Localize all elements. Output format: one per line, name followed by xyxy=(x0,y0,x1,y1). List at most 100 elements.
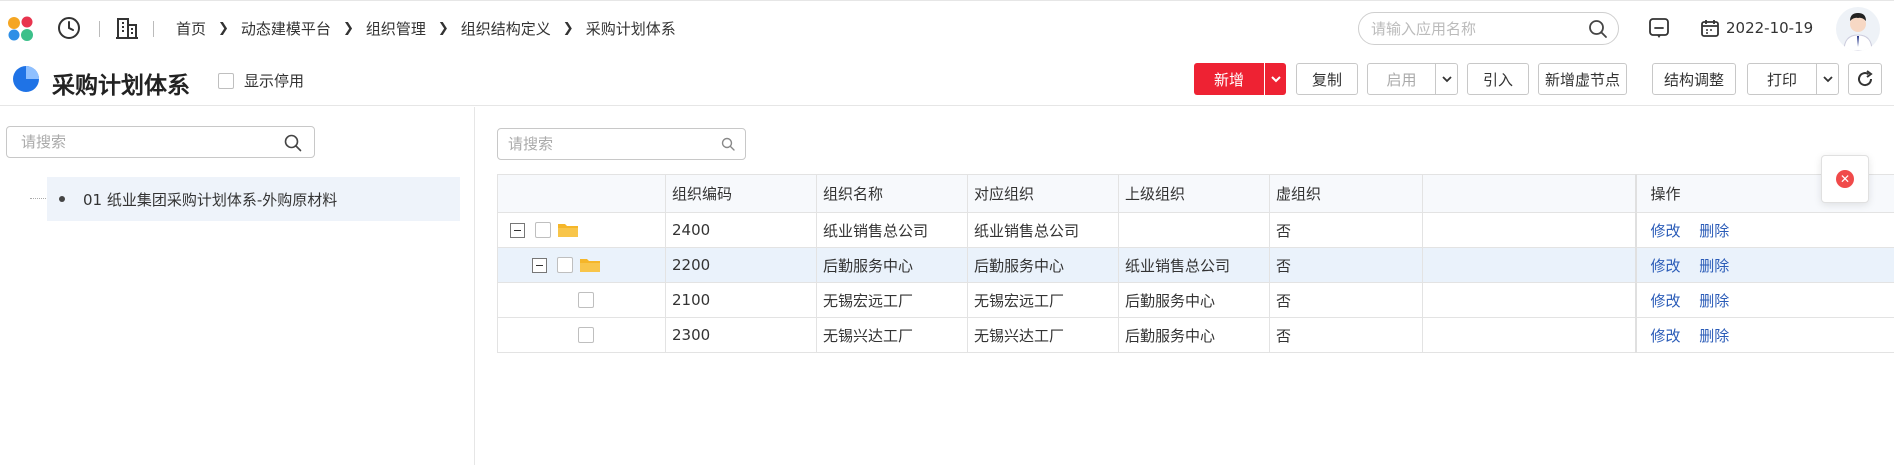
tree-node-selected[interactable]: 01 纸业集团采购计划体系-外购原材料 xyxy=(47,177,460,221)
search-icon[interactable] xyxy=(1588,19,1608,39)
table-row[interactable]: 2300 无锡兴达工厂 无锡兴达工厂 后勤服务中心 否 修改 删除 xyxy=(497,317,1894,353)
separator xyxy=(153,21,154,37)
parent-org-cell: 纸业销售总公司 xyxy=(1118,247,1270,283)
close-error-icon[interactable]: ✕ xyxy=(1836,170,1854,188)
org-code-cell: 2100 xyxy=(665,282,817,318)
show-disabled-checkbox[interactable] xyxy=(218,72,234,89)
app-logo-icon[interactable] xyxy=(6,15,36,43)
chevron-right-icon: ❯ xyxy=(218,20,229,36)
grid-search-box xyxy=(497,128,746,160)
current-date: 2022-10-19 xyxy=(1726,19,1814,37)
enable-dropdown-caret[interactable] xyxy=(1435,64,1457,94)
folder-icon xyxy=(558,224,578,237)
edit-link[interactable]: 修改 xyxy=(1651,292,1681,310)
org-name-cell: 无锡宏远工厂 xyxy=(816,282,968,318)
delete-link[interactable]: 删除 xyxy=(1699,222,1729,240)
tree-cell-controls xyxy=(532,257,601,273)
col-tree-header xyxy=(497,174,666,213)
tree-node-bullet-icon xyxy=(59,196,65,202)
breadcrumb-current: 采购计划体系 xyxy=(585,19,676,38)
col-parent-org-header[interactable]: 上级组织 xyxy=(1118,174,1270,213)
table-row[interactable]: 2100 无锡宏远工厂 无锡宏远工厂 后勤服务中心 否 修改 删除 xyxy=(497,282,1894,318)
virtual-org-cell: 否 xyxy=(1269,247,1423,283)
actions-cell: 修改 删除 xyxy=(1634,247,1894,283)
spacer-cell xyxy=(1422,212,1636,248)
tree-search-input[interactable] xyxy=(21,133,251,151)
print-button[interactable]: 打印 xyxy=(1747,63,1839,95)
add-dropdown-caret[interactable] xyxy=(1264,63,1286,95)
building-icon[interactable] xyxy=(114,15,140,41)
mapped-org-cell: 纸业销售总公司 xyxy=(967,212,1119,248)
spacer-cell xyxy=(1422,247,1636,283)
edit-link[interactable]: 修改 xyxy=(1651,257,1681,275)
import-button[interactable]: 引入 xyxy=(1467,63,1529,95)
virtual-org-cell: 否 xyxy=(1269,212,1423,248)
restructure-button[interactable]: 结构调整 xyxy=(1652,63,1736,95)
tree-connector-line xyxy=(30,198,46,199)
mapped-org-cell: 后勤服务中心 xyxy=(967,247,1119,283)
date-display[interactable]: 2022-10-19 xyxy=(1700,1,1813,55)
mapped-org-cell: 无锡兴达工厂 xyxy=(967,317,1119,353)
search-icon[interactable] xyxy=(284,134,302,152)
show-disabled-toggle[interactable]: 显示停用 xyxy=(218,70,304,91)
chevron-down-icon xyxy=(1270,76,1281,83)
chevron-down-icon xyxy=(1441,76,1452,83)
grid-header-row: 组织编码 组织名称 对应组织 上级组织 虚组织 操作 xyxy=(497,174,1894,213)
col-virtual-org-header[interactable]: 虚组织 xyxy=(1269,174,1423,213)
tree-cell xyxy=(497,212,666,248)
parent-org-cell: 后勤服务中心 xyxy=(1118,282,1270,318)
row-checkbox[interactable] xyxy=(557,257,573,273)
search-icon[interactable] xyxy=(721,137,735,151)
row-checkbox[interactable] xyxy=(578,292,594,308)
user-avatar-icon xyxy=(1843,13,1873,51)
print-dropdown-caret[interactable] xyxy=(1816,64,1838,94)
parent-org-cell xyxy=(1118,212,1270,248)
add-virtual-node-button[interactable]: 新增虚节点 xyxy=(1538,63,1627,95)
message-icon[interactable] xyxy=(1648,17,1670,39)
breadcrumb-home[interactable]: 首页 xyxy=(176,18,206,39)
actions-cell: 修改 删除 xyxy=(1634,212,1894,248)
chevron-right-icon: ❯ xyxy=(437,20,449,36)
row-checkbox[interactable] xyxy=(535,222,551,238)
table-row[interactable]: 2200 后勤服务中心 后勤服务中心 纸业销售总公司 否 修改 删除 xyxy=(497,247,1894,283)
error-toast[interactable]: ✕ xyxy=(1821,155,1869,203)
page-title: 采购计划体系 xyxy=(52,73,190,99)
chevron-right-icon: ❯ xyxy=(562,20,574,36)
delete-link[interactable]: 删除 xyxy=(1699,292,1729,310)
breadcrumb-platform[interactable]: 动态建模平台 xyxy=(241,18,331,39)
col-mapped-org-header[interactable]: 对应组织 xyxy=(967,174,1119,213)
row-checkbox[interactable] xyxy=(578,327,594,343)
collapse-icon[interactable] xyxy=(510,222,525,238)
refresh-button[interactable] xyxy=(1848,63,1882,95)
tree-cell xyxy=(497,317,666,353)
col-org-code-header[interactable]: 组织编码 xyxy=(665,174,817,213)
virtual-org-cell: 否 xyxy=(1269,282,1423,318)
breadcrumb-org-mgmt[interactable]: 组织管理 xyxy=(366,18,426,39)
print-button-label: 打印 xyxy=(1766,70,1797,89)
breadcrumb-org-structure[interactable]: 组织结构定义 xyxy=(461,18,551,39)
enable-button[interactable]: 启用 xyxy=(1367,63,1458,95)
user-avatar[interactable] xyxy=(1836,7,1880,51)
delete-link[interactable]: 删除 xyxy=(1699,327,1729,345)
org-code-cell: 2300 xyxy=(665,317,817,353)
col-org-name-header[interactable]: 组织名称 xyxy=(816,174,968,213)
calendar-icon xyxy=(1701,20,1719,37)
tree-node-label: 01 纸业集团采购计划体系-外购原材料 xyxy=(83,190,338,209)
virtual-org-cell: 否 xyxy=(1269,317,1423,353)
copy-button[interactable]: 复制 xyxy=(1296,63,1358,95)
parent-org-cell: 后勤服务中心 xyxy=(1118,317,1270,353)
chevron-down-icon xyxy=(1822,76,1833,83)
edit-link[interactable]: 修改 xyxy=(1651,222,1681,240)
delete-link[interactable]: 删除 xyxy=(1699,257,1729,275)
collapse-icon[interactable] xyxy=(532,257,547,273)
history-clock-icon[interactable] xyxy=(56,15,82,41)
grid-search-input[interactable] xyxy=(508,135,738,153)
app-search-input[interactable] xyxy=(1371,19,1571,38)
edit-link[interactable]: 修改 xyxy=(1651,327,1681,345)
org-code-cell: 2400 xyxy=(665,212,817,248)
table-row[interactable]: 2400 纸业销售总公司 纸业销售总公司 否 修改 删除 xyxy=(497,212,1894,248)
page-header: 采购计划体系 显示停用 新增 复制 启用 引入 新增虚节点 结构调整 打印 xyxy=(0,54,1894,106)
folder-icon xyxy=(580,259,600,272)
add-button-label: 新增 xyxy=(1213,70,1244,89)
add-button[interactable]: 新增 xyxy=(1194,63,1286,95)
